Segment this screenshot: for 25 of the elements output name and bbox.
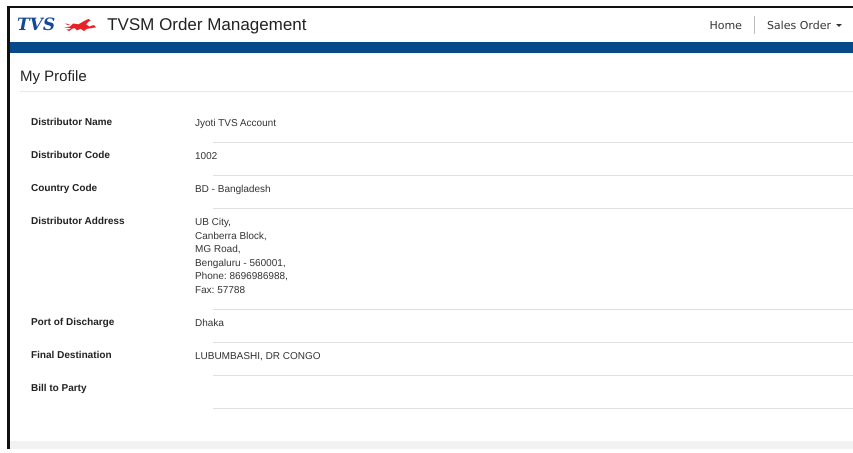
page-title: My Profile [20, 53, 853, 92]
logo-text: TVS [17, 15, 56, 35]
horse-logo-icon [63, 17, 98, 33]
app-title: TVSM Order Management [107, 15, 306, 35]
field-value: Fax: 57788 [195, 284, 246, 297]
field-label: Distributor Code [30, 149, 111, 163]
field-value: MG Road, [195, 243, 242, 256]
field-value: Jyoti TVS Account [195, 117, 277, 130]
field-label: Distributor Address [30, 215, 126, 229]
field-value: Phone: 8696986988, [195, 270, 289, 284]
caret-icon [836, 24, 842, 26]
field-value: Bengaluru - 560001, [195, 256, 287, 270]
field-value: UB City, [195, 216, 232, 230]
field-label: Bill to Party [30, 382, 88, 396]
field-label: Country Code [30, 182, 98, 196]
nav-link[interactable]: Home [697, 18, 754, 32]
field-value: Dhaka [195, 317, 225, 330]
field-label: Port of Discharge [30, 316, 116, 330]
field-label: Distributor Name [30, 116, 114, 130]
field-value: BD - Bangladesh [195, 183, 272, 196]
field-value: LUBUMBASHI, DR CONGO [195, 350, 322, 364]
nav-link[interactable]: Sales Order [754, 18, 853, 32]
field-value: Canberra Block, [195, 230, 268, 243]
field-value: 1002 [195, 150, 218, 164]
field-label: Final Destination [30, 349, 113, 363]
